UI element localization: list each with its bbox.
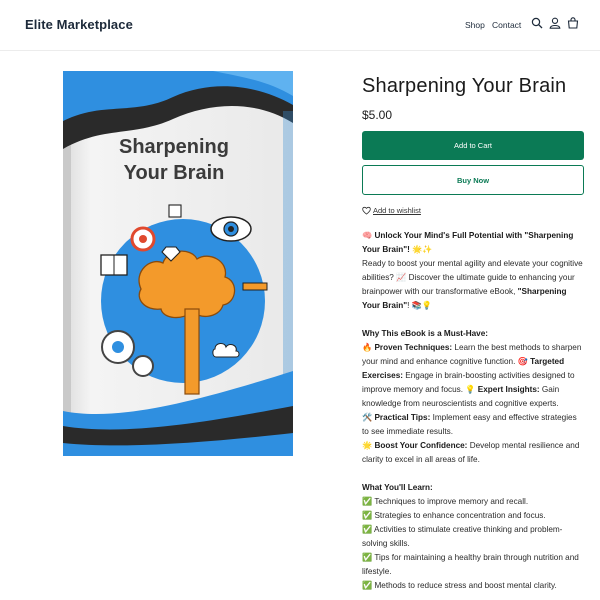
why-heading: Why This eBook is a Must-Have: [362, 329, 489, 338]
learn-item: ✅ Activities to stimulate creative think… [362, 525, 563, 548]
brand-logo[interactable]: Elite Marketplace [25, 17, 133, 32]
intro-paragraph: Ready to boost your mental agility and e… [362, 259, 583, 310]
cart-icon[interactable] [567, 17, 579, 29]
site-header: Elite Marketplace Shop Contact [0, 0, 600, 51]
learn-item: ✅ Tips for maintaining a healthy brain t… [362, 553, 579, 576]
learn-item: ✅ Techniques to improve memory and recal… [362, 497, 529, 506]
learn-item: ✅ Strategies to enhance concentration an… [362, 511, 546, 520]
wishlist-label: Add to wishlist [373, 206, 421, 215]
book-cover-title-2: Your Brain [124, 162, 225, 184]
add-to-wishlist-link[interactable]: Add to wishlist [362, 206, 421, 215]
why-item-5: 🌟 Boost Your Confidence: Develop mental … [362, 441, 580, 464]
nav-shop[interactable]: Shop [465, 20, 485, 30]
book-cover-title-1: Sharpening [119, 136, 229, 158]
buy-now-button[interactable]: Buy Now [362, 165, 584, 195]
account-icon[interactable] [549, 17, 561, 29]
product-title: Sharpening Your Brain [362, 75, 567, 97]
learn-heading: What You'll Learn: [362, 483, 433, 492]
heart-icon [362, 206, 371, 215]
why-item-4: 🛠️ Practical Tips: Implement easy and ef… [362, 413, 577, 436]
product-price: $5.00 [362, 108, 393, 122]
learn-item: ✅ Methods to reduce stress and boost men… [362, 581, 557, 590]
product-image[interactable]: Sharpening Your Brain [63, 71, 293, 456]
product-description: 🧠 Unlock Your Mind's Full Potential with… [362, 229, 584, 593]
nav-contact[interactable]: Contact [492, 20, 521, 30]
add-to-cart-button[interactable]: Add to Cart [362, 131, 584, 160]
intro-heading: 🧠 Unlock Your Mind's Full Potential with… [362, 231, 574, 254]
why-item-1: 🔥 Proven Techniques: Learn the best meth… [362, 343, 582, 408]
search-icon[interactable] [531, 17, 543, 29]
